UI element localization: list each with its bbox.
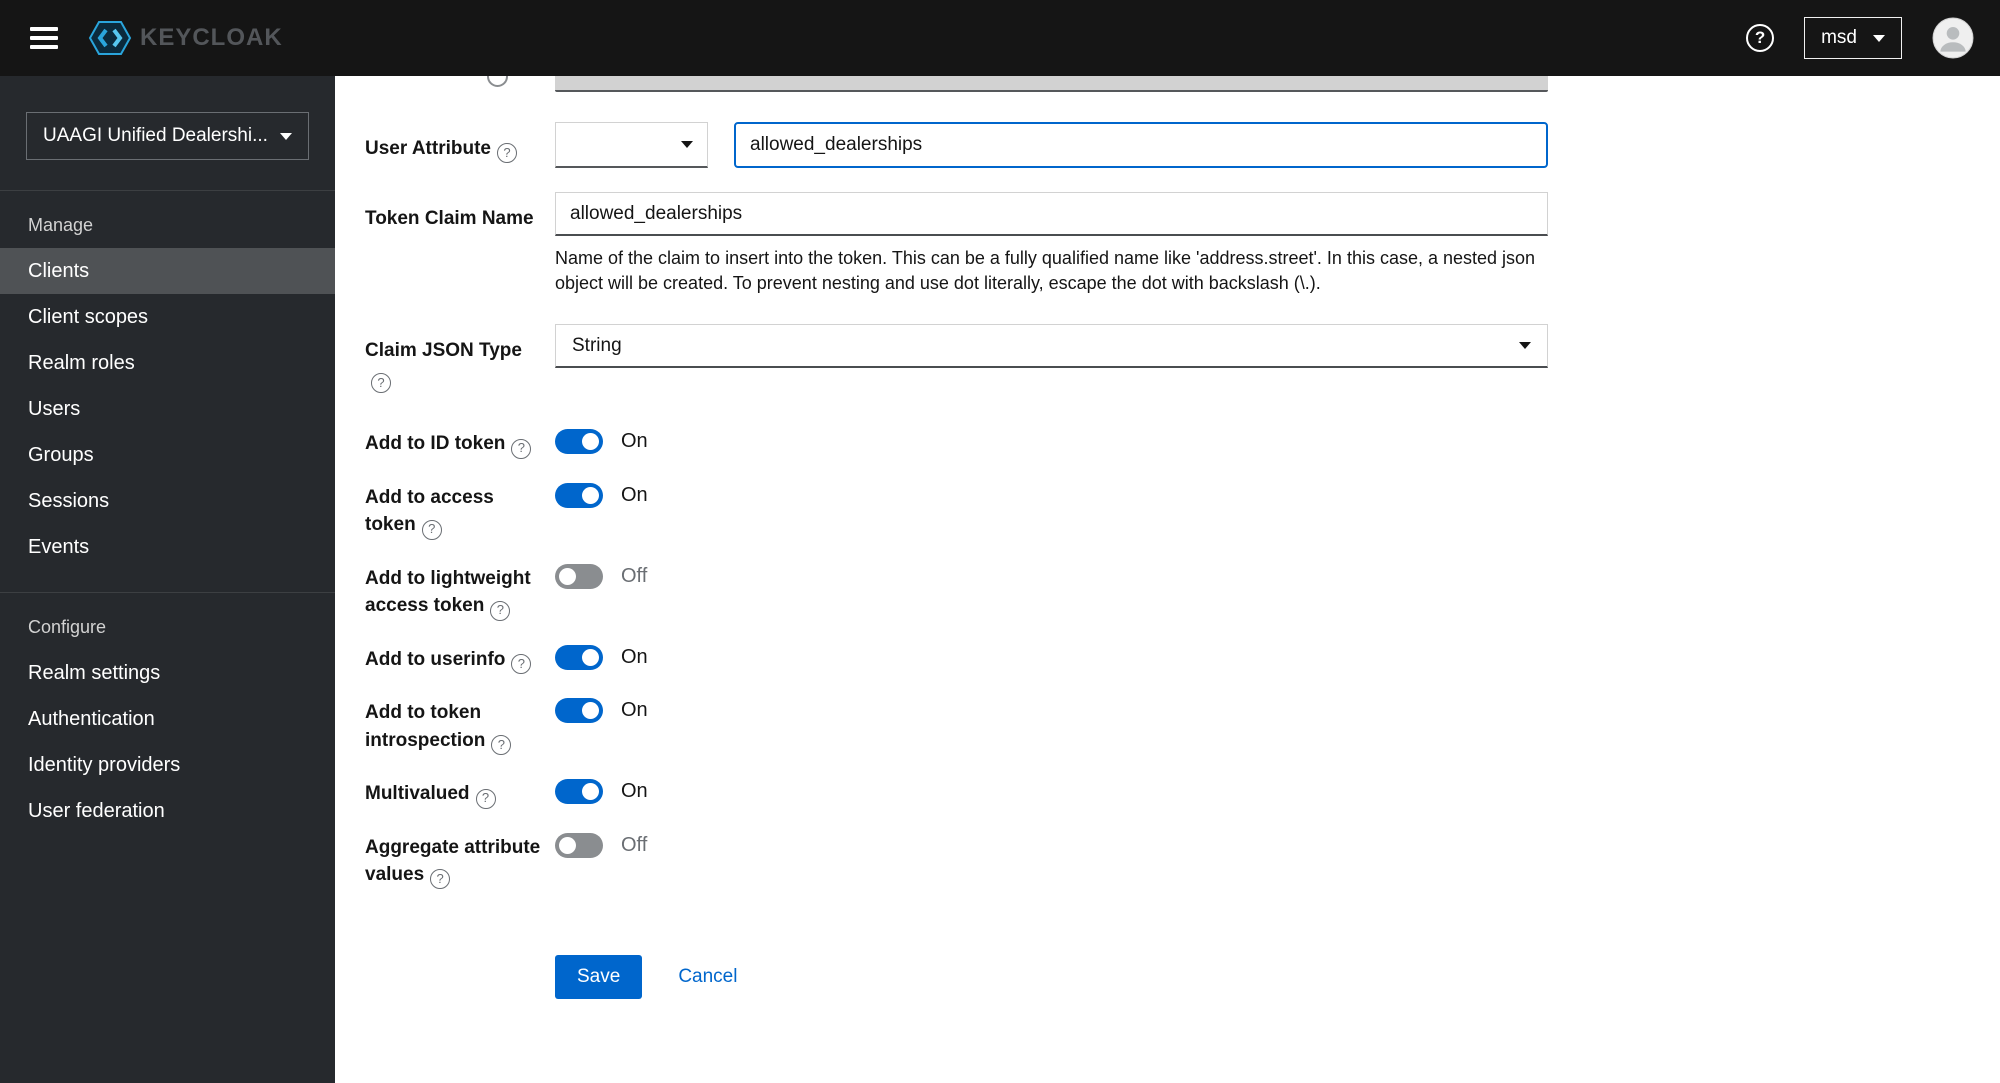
toggle-state: On [621,780,648,803]
chevron-down-icon [681,141,693,148]
help-icon[interactable]: ? [511,438,532,459]
multivalued-toggle[interactable] [555,779,603,805]
add-to-id-token-label: Add to ID token? [365,427,555,459]
sidebar-item-groups[interactable]: Groups [0,432,335,478]
user-attribute-input[interactable] [734,122,1548,168]
help-icon[interactable]: ? [496,143,517,164]
chevron-down-icon [280,132,292,140]
aggregate-attribute-values-toggle[interactable] [555,832,603,858]
sidebar-nav: UAAGI Unified Dealershi... Manage Client… [0,76,335,1083]
token-claim-name-label: Token Claim Name [365,208,534,229]
help-icon[interactable]: ? [490,600,511,621]
sidebar-section-manage: Manage [28,215,94,235]
masthead: KEYCLOAK ? msd [0,0,2000,76]
token-claim-name-row: Token Claim Name Name of the claim to in… [365,192,2000,296]
sidebar-item-realm-settings[interactable]: Realm settings [0,650,335,696]
save-button[interactable]: Save [555,955,643,1000]
add-to-token-introspection-row: Add to token introspection? On [365,696,2000,756]
avatar[interactable] [1932,17,1974,59]
add-to-token-introspection-label: Add to token introspection? [365,696,555,756]
toggle-state: On [621,483,648,506]
brand-text: KEYCLOAK [140,24,283,51]
help-icon[interactable]: ? [371,373,391,394]
help-icon[interactable]: ? [511,654,532,675]
claim-json-type-select[interactable]: String [555,324,1548,369]
claim-json-type-row: Claim JSON Type? String [365,324,2000,394]
mapper-form: User Attribute? Token Claim Name Name of… [335,76,2000,1083]
chevron-down-icon [1519,342,1531,350]
sidebar-item-client-scopes[interactable]: Client scopes [0,294,335,340]
help-icon[interactable]: ? [475,788,496,809]
add-to-lightweight-access-token-toggle[interactable] [555,563,603,589]
sidebar-item-sessions[interactable]: Sessions [0,478,335,524]
cropped-form-row [365,76,2000,96]
claim-json-type-label: Claim JSON Type? [365,324,555,394]
sidebar-item-authentication[interactable]: Authentication [0,696,335,742]
multivalued-label: Multivalued? [365,777,555,809]
token-claim-name-input[interactable] [555,192,1548,236]
add-to-lightweight-access-token-label: Add to lightweight access token? [365,562,555,621]
sidebar-item-events[interactable]: Events [0,524,335,570]
add-to-lightweight-access-token-row: Add to lightweight access token? Off [365,562,2000,621]
add-to-token-introspection-toggle[interactable] [555,698,603,724]
add-to-id-token-row: Add to ID token? On [365,427,2000,459]
toggle-state: On [621,645,648,668]
add-to-userinfo-row: Add to userinfo? On [365,643,2000,675]
toggle-state: Off [621,564,648,587]
sidebar-item-user-federation[interactable]: User federation [0,788,335,834]
nav-toggle-icon[interactable] [30,27,58,49]
realm-selector[interactable]: UAAGI Unified Dealershi... [26,112,309,160]
realm-selector-label: UAAGI Unified Dealershi... [43,125,268,146]
keycloak-logo-icon [88,21,132,55]
multivalued-row: Multivalued? On [365,777,2000,809]
add-to-access-token-toggle[interactable] [555,482,603,508]
user-menu-dropdown[interactable]: msd [1804,17,1902,59]
add-to-userinfo-toggle[interactable] [555,644,603,670]
keycloak-logo: KEYCLOAK [88,20,283,56]
cropped-disabled-input [555,76,1548,92]
aggregate-attribute-values-label: Aggregate attribute values? [365,831,555,890]
toggle-state: On [621,699,648,722]
cropped-help-icon [487,76,508,87]
toggle-state: On [621,430,648,453]
user-menu-label: msd [1821,27,1857,48]
user-attribute-select[interactable] [555,122,708,168]
user-attribute-row: User Attribute? [365,122,2000,168]
form-actions: Save Cancel [555,955,2000,1000]
chevron-down-icon [1873,34,1885,42]
cancel-link[interactable]: Cancel [678,966,737,988]
realm-selector-block: UAAGI Unified Dealershi... [0,76,335,191]
token-claim-name-helper: Name of the claim to insert into the tok… [555,248,1536,294]
sidebar-item-identity-providers[interactable]: Identity providers [0,742,335,788]
help-icon[interactable]: ? [430,869,451,890]
help-icon[interactable]: ? [1746,24,1775,52]
toggle-state: Off [621,833,648,856]
help-icon[interactable]: ? [491,735,512,756]
user-attribute-label: User Attribute? [365,122,555,164]
sidebar-section-configure: Configure [28,617,107,637]
aggregate-attribute-values-row: Aggregate attribute values? Off [365,831,2000,890]
sidebar-item-clients[interactable]: Clients [0,248,335,294]
add-to-id-token-toggle[interactable] [555,429,603,455]
add-to-userinfo-label: Add to userinfo? [365,643,555,675]
add-to-access-token-label: Add to access token? [365,481,555,540]
help-icon[interactable]: ? [421,519,442,540]
sidebar-item-users[interactable]: Users [0,386,335,432]
sidebar-item-realm-roles[interactable]: Realm roles [0,340,335,386]
add-to-access-token-row: Add to access token? On [365,481,2000,540]
